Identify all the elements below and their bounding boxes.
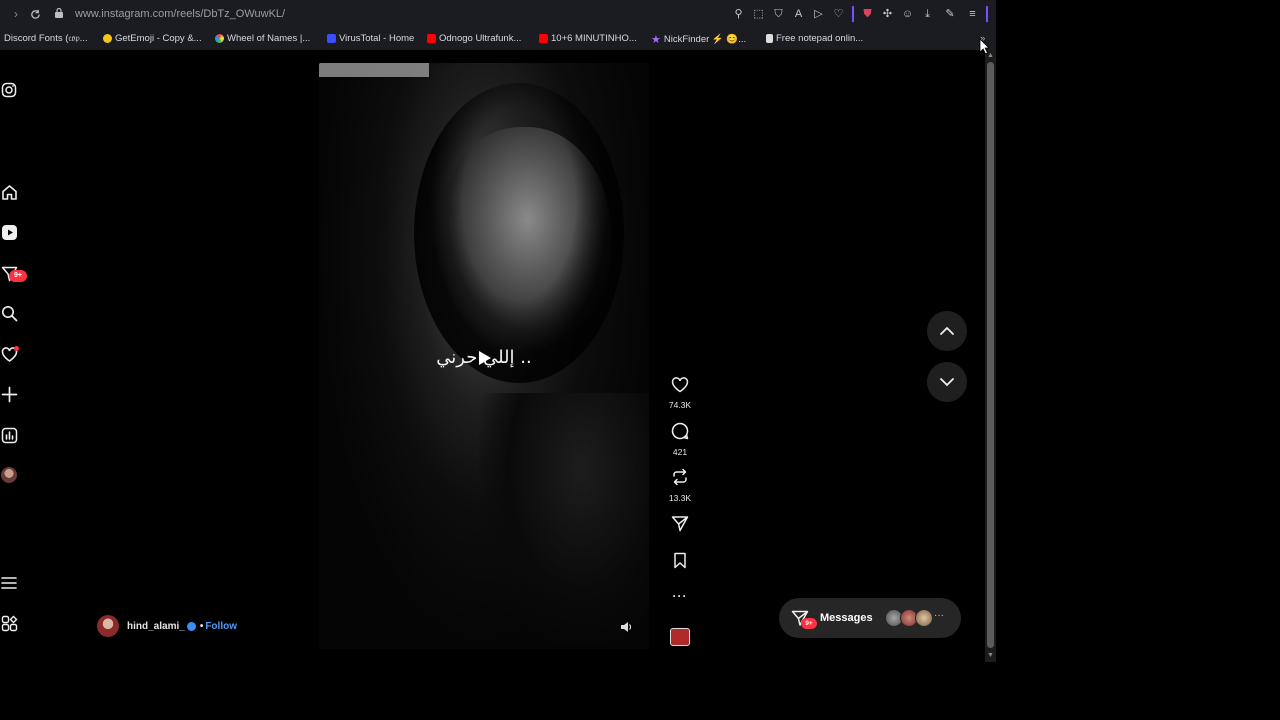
background-right — [996, 0, 1280, 720]
emoji-icon — [103, 34, 112, 43]
messages-badge: 9+ — [9, 270, 27, 282]
save-action[interactable] — [665, 552, 695, 574]
verified-badge-icon — [186, 621, 196, 631]
play-icon[interactable] — [475, 349, 493, 367]
screenshot-icon[interactable]: ⬚ — [752, 8, 765, 21]
menu-icon[interactable]: ≡ — [966, 8, 979, 21]
ublock-icon[interactable]: ⛊ — [861, 8, 874, 21]
bookmark-item[interactable]: VirusTotal - Home — [327, 33, 414, 44]
shield-icon[interactable]: ⛉ — [772, 8, 785, 21]
repost-action[interactable]: 13.3K — [665, 468, 695, 503]
reload-icon[interactable] — [28, 7, 42, 21]
translate-icon[interactable]: A — [792, 8, 805, 21]
bookmark-item[interactable]: ★ NickFinder ⚡ 😊... — [651, 33, 746, 46]
previous-reel-button[interactable] — [927, 311, 967, 351]
audio-thumbnail[interactable] — [670, 628, 690, 646]
notepad-icon — [766, 34, 773, 43]
bookmark-label: Free notepad onlin... — [776, 33, 864, 44]
address-bar: › www.instagram.com/reels/DbTz_OWuwKL/ ⚲… — [0, 0, 996, 28]
dashboard-icon[interactable] — [0, 426, 18, 444]
bookmark-label: Odnogo Ultrafunk... — [439, 33, 522, 44]
also-from-meta-icon[interactable] — [0, 614, 18, 632]
profile-icon[interactable]: ☺ — [901, 8, 914, 21]
bookmark-label: GetEmoji - Copy &... — [115, 33, 202, 44]
bookmark-item[interactable]: Odnogo Ultrafunk... — [427, 33, 521, 44]
search-icon[interactable] — [0, 304, 18, 322]
bookmark-item[interactable]: 10+6 MINUTINHO... — [539, 33, 637, 44]
home-icon[interactable] — [0, 183, 18, 201]
scrollbar-thumb[interactable] — [987, 62, 994, 648]
pin-icon[interactable]: ⚲ — [732, 8, 745, 21]
bookmark-item[interactable]: Free notepad onlin... — [766, 33, 863, 44]
divider — [986, 6, 988, 22]
notification-dot — [14, 346, 19, 351]
bookmark-icon[interactable] — [672, 552, 688, 569]
like-action[interactable]: 74.3K — [665, 376, 695, 410]
play-icon[interactable]: ▷ — [812, 8, 825, 21]
bookmark-label: 10+6 MINUTINHO... — [551, 33, 637, 44]
reel-video[interactable]: إللي حرني .. — [319, 63, 649, 649]
share-icon[interactable] — [671, 515, 689, 532]
share-action[interactable] — [665, 515, 695, 537]
scroll-down-arrow-icon[interactable]: ▼ — [987, 652, 994, 659]
heart-icon[interactable]: ♡ — [832, 8, 845, 21]
youtube-icon — [539, 34, 548, 43]
bookmarks-bar: Discord Fonts (𝔠𝔬𝔭... GetEmoji - Copy &.… — [0, 28, 996, 50]
ai-icon[interactable]: ✎ — [941, 8, 959, 21]
messages-label: Messages — [820, 612, 873, 624]
lock-icon[interactable] — [54, 7, 64, 19]
download-icon[interactable]: ⤓ — [921, 8, 934, 21]
comment-action[interactable]: 421 — [665, 422, 695, 457]
page-scrollbar[interactable]: ▲ ▼ — [985, 50, 996, 662]
more-menu-icon[interactable] — [0, 574, 18, 592]
author-avatar[interactable] — [97, 615, 119, 637]
repost-icon[interactable] — [671, 468, 689, 486]
instagram-logo-icon[interactable] — [0, 81, 18, 99]
video-top-strip — [319, 63, 429, 77]
youtube-icon — [427, 34, 436, 43]
wheel-icon — [215, 34, 224, 43]
profile-avatar[interactable] — [1, 467, 17, 483]
author-username[interactable]: hind_alami_ — [127, 621, 185, 632]
video-shoulder — [479, 393, 649, 643]
like-heart-icon[interactable] — [671, 376, 689, 393]
create-plus-icon[interactable] — [0, 385, 18, 403]
repost-count: 13.3K — [668, 493, 692, 503]
url-field[interactable]: www.instagram.com/reels/DbTz_OWuwKL/ — [75, 8, 285, 20]
comment-count: 421 — [672, 447, 688, 457]
messages-pill-badge: 9+ — [801, 618, 817, 629]
extension-toolbar: ⚲ ⬚ ⛉ A ▷ ♡ ⛊ ✣ ☺ ⤓ ✎ ≡ — [732, 6, 988, 22]
mouse-cursor-icon — [979, 38, 990, 55]
like-count: 74.3K — [668, 400, 692, 410]
messages-pill[interactable]: 9+ Messages ··· — [779, 598, 961, 638]
follow-button[interactable]: Follow — [205, 621, 237, 632]
bookmark-label: Discord Fonts (𝔠𝔬𝔭... — [4, 33, 88, 44]
virustotal-icon — [327, 34, 336, 43]
bookmark-label: Wheel of Names |... — [227, 33, 311, 44]
star-icon: ★ — [651, 34, 661, 46]
bookmark-item[interactable]: Discord Fonts (𝔠𝔬𝔭... — [4, 33, 88, 44]
contact-avatar — [915, 609, 933, 627]
more-options-button[interactable]: ··· — [665, 589, 695, 603]
video-hair-shadow — [414, 83, 624, 383]
next-reel-button[interactable] — [927, 362, 967, 402]
puzzle-icon[interactable]: ✣ — [881, 8, 894, 21]
chevron-down-icon — [940, 378, 954, 387]
forward-icon[interactable]: › — [9, 7, 23, 21]
browser-window: › www.instagram.com/reels/DbTz_OWuwKL/ ⚲… — [0, 0, 996, 662]
volume-icon[interactable] — [619, 620, 633, 634]
bookmark-label: VirusTotal - Home — [339, 33, 415, 44]
bookmark-label: NickFinder ⚡ 😊... — [663, 34, 747, 45]
separator-dot: • — [199, 620, 204, 632]
reels-icon[interactable] — [0, 223, 18, 241]
bookmark-item[interactable]: Wheel of Names |... — [215, 33, 310, 44]
reel-author: hind_alami_ • Follow — [97, 615, 237, 637]
more-contacts-indicator: ··· — [934, 610, 944, 621]
chevron-up-icon — [940, 326, 954, 335]
divider — [852, 6, 854, 22]
comment-icon[interactable] — [671, 422, 689, 440]
bookmark-item[interactable]: GetEmoji - Copy &... — [103, 33, 202, 44]
background-bottom — [0, 662, 996, 720]
